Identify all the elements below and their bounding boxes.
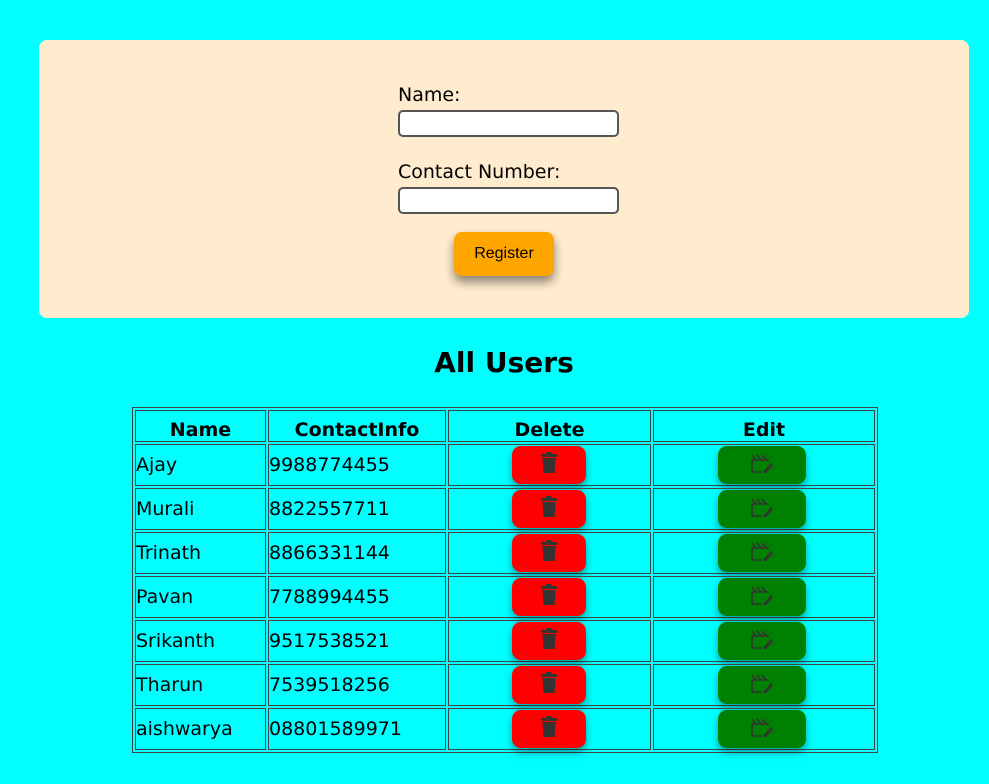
name-input[interactable] xyxy=(398,110,619,137)
form-fields: Name: Contact Number: Register xyxy=(398,84,638,276)
edit-button[interactable] xyxy=(718,578,806,616)
edit-icon xyxy=(751,542,773,562)
delete-cell xyxy=(448,532,651,574)
user-name-cell: aishwarya xyxy=(135,708,266,750)
table-row: Tharun 7539518256 xyxy=(135,664,875,706)
trash-icon xyxy=(541,672,557,693)
trash-icon xyxy=(541,584,557,605)
user-name-cell: Tharun xyxy=(135,664,266,706)
contact-number-input[interactable] xyxy=(398,187,619,214)
table-row: Ajay 9988774455 xyxy=(135,444,875,486)
user-contact-cell: 8866331144 xyxy=(268,532,446,574)
user-contact-cell: 7788994455 xyxy=(268,576,446,618)
edit-icon xyxy=(751,586,773,606)
edit-cell xyxy=(653,488,875,530)
user-contact-cell: 9517538521 xyxy=(268,620,446,662)
all-users-title: All Users xyxy=(434,346,574,379)
delete-cell xyxy=(448,444,651,486)
trash-icon xyxy=(541,716,557,737)
header-delete: Delete xyxy=(448,410,651,442)
contact-number-label: Contact Number: xyxy=(398,161,561,183)
edit-cell xyxy=(653,576,875,618)
user-contact-cell: 8822557711 xyxy=(268,488,446,530)
edit-icon xyxy=(751,718,773,738)
user-contact-cell: 7539518256 xyxy=(268,664,446,706)
trash-icon xyxy=(541,496,557,517)
delete-button[interactable] xyxy=(512,710,586,748)
edit-button[interactable] xyxy=(718,710,806,748)
edit-button[interactable] xyxy=(718,666,806,704)
header-contact-info: ContactInfo xyxy=(268,410,446,442)
edit-cell xyxy=(653,620,875,662)
user-contact-cell: 08801589971 xyxy=(268,708,446,750)
users-table: Name ContactInfo Delete Edit Ajay 998877… xyxy=(132,407,878,753)
header-name: Name xyxy=(135,410,266,442)
edit-cell xyxy=(653,664,875,706)
edit-button[interactable] xyxy=(718,490,806,528)
edit-cell xyxy=(653,444,875,486)
edit-cell xyxy=(653,708,875,750)
edit-button[interactable] xyxy=(718,446,806,484)
table-row: Murali 8822557711 xyxy=(135,488,875,530)
header-edit: Edit xyxy=(653,410,875,442)
edit-icon xyxy=(751,674,773,694)
trash-icon xyxy=(541,628,557,649)
edit-cell xyxy=(653,532,875,574)
edit-button[interactable] xyxy=(718,534,806,572)
user-contact-cell: 9988774455 xyxy=(268,444,446,486)
user-name-cell: Pavan xyxy=(135,576,266,618)
delete-button[interactable] xyxy=(512,490,586,528)
delete-button[interactable] xyxy=(512,578,586,616)
table-row: Srikanth 9517538521 xyxy=(135,620,875,662)
delete-button[interactable] xyxy=(512,446,586,484)
delete-button[interactable] xyxy=(512,534,586,572)
trash-icon xyxy=(541,540,557,561)
register-button[interactable]: Register xyxy=(454,232,554,276)
user-name-cell: Srikanth xyxy=(135,620,266,662)
table-row: aishwarya 08801589971 xyxy=(135,708,875,750)
user-name-cell: Ajay xyxy=(135,444,266,486)
trash-icon xyxy=(541,452,557,473)
edit-icon xyxy=(751,498,773,518)
edit-icon xyxy=(751,454,773,474)
table-header-row: Name ContactInfo Delete Edit xyxy=(135,410,875,442)
user-name-cell: Murali xyxy=(135,488,266,530)
edit-button[interactable] xyxy=(718,622,806,660)
delete-cell xyxy=(448,664,651,706)
user-name-cell: Trinath xyxy=(135,532,266,574)
table-row: Trinath 8866331144 xyxy=(135,532,875,574)
delete-cell xyxy=(448,708,651,750)
table-row: Pavan 7788994455 xyxy=(135,576,875,618)
delete-button[interactable] xyxy=(512,666,586,704)
edit-icon xyxy=(751,630,773,650)
delete-cell xyxy=(448,620,651,662)
name-label: Name: xyxy=(398,84,461,106)
delete-cell xyxy=(448,488,651,530)
delete-button[interactable] xyxy=(512,622,586,660)
registration-form: Name: Contact Number: Register xyxy=(39,40,969,318)
delete-cell xyxy=(448,576,651,618)
